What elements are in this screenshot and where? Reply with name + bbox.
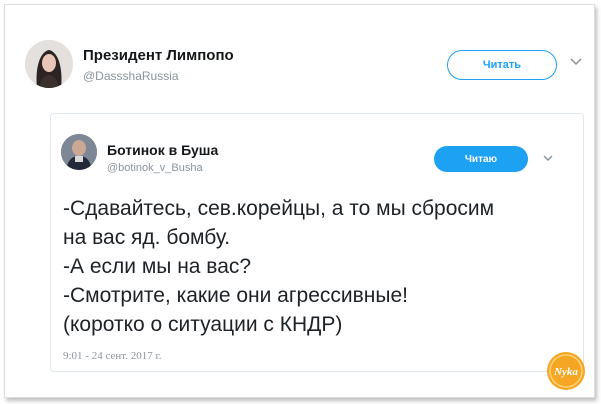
quoted-author-handle[interactable]: @botinok_v_Busha: [107, 162, 203, 174]
watermark-logo-icon: Nyka: [547, 352, 585, 390]
tweet-text-line: -Сдавайтесь, сев.корейцы, а то мы сброси…: [63, 197, 495, 220]
quoted-author-name[interactable]: Ботинок в Буша: [107, 142, 218, 158]
tweet-text-line: на вас яд. бомбу.: [63, 226, 231, 249]
profile-photo-icon: [61, 134, 97, 170]
author-name[interactable]: Президент Лимпопо: [83, 47, 234, 64]
author-handle[interactable]: @DassshaRussia: [83, 69, 179, 83]
avatar[interactable]: [61, 134, 97, 170]
tweet-screenshot-frame: Президент Лимпопо @DassshaRussia Читать …: [4, 4, 595, 398]
tweet-timestamp[interactable]: 9:01 - 24 сент. 2017 г.: [63, 350, 162, 362]
tweet-text: -Сдавайтесь, сев.корейцы, а то мы сброси…: [63, 194, 573, 339]
avatar[interactable]: [25, 40, 73, 88]
tweet-text-line: -А если мы на вас?: [63, 255, 252, 278]
chevron-down-icon[interactable]: [569, 57, 583, 67]
follow-button[interactable]: Читать: [447, 50, 557, 80]
following-button[interactable]: Читаю: [434, 146, 528, 172]
quoted-tweet-card[interactable]: Ботинок в Буша @botinok_v_Busha Читаю -С…: [50, 113, 584, 372]
svg-text:Nyka: Nyka: [553, 366, 578, 378]
chevron-down-icon[interactable]: [542, 154, 554, 163]
profile-photo-icon: [25, 40, 73, 88]
tweet-text-line: -Смотрите, какие они агрессивные!: [63, 284, 408, 307]
tweet-text-line: (коротко о ситуации с КНДР): [63, 313, 343, 336]
